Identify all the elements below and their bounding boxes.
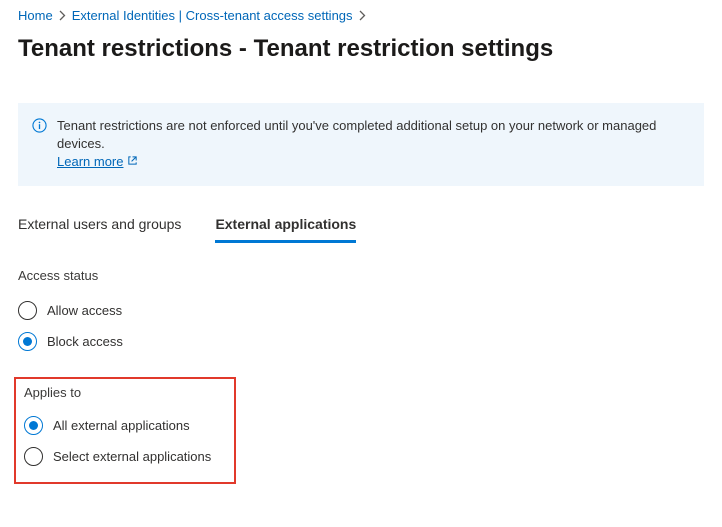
info-icon — [32, 118, 47, 138]
info-content: Tenant restrictions are not enforced unt… — [57, 117, 688, 172]
info-text: Tenant restrictions are not enforced unt… — [57, 118, 656, 151]
page-title: Tenant restrictions - Tenant restriction… — [0, 33, 722, 81]
applies-to-group: All external applications Select externa… — [20, 410, 226, 472]
info-banner: Tenant restrictions are not enforced unt… — [18, 103, 704, 186]
tabs: External users and groups External appli… — [0, 212, 722, 244]
radio-allow-access[interactable]: Allow access — [18, 295, 704, 326]
radio-icon — [24, 447, 43, 466]
learn-more-link[interactable]: Learn more — [57, 153, 138, 171]
breadcrumb: Home External Identities | Cross-tenant … — [0, 8, 722, 33]
tab-external-users-groups[interactable]: External users and groups — [18, 212, 181, 243]
learn-more-label: Learn more — [57, 153, 123, 171]
chevron-right-icon — [59, 10, 66, 21]
radio-block-access[interactable]: Block access — [18, 326, 704, 357]
radio-label: Block access — [47, 334, 123, 349]
access-status-group: Allow access Block access — [0, 295, 722, 377]
chevron-right-icon — [359, 10, 366, 21]
radio-select-external-apps[interactable]: Select external applications — [24, 441, 226, 472]
radio-label: All external applications — [53, 418, 190, 433]
access-status-label: Access status — [0, 268, 722, 295]
breadcrumb-home[interactable]: Home — [18, 8, 53, 23]
radio-all-external-apps[interactable]: All external applications — [24, 410, 226, 441]
breadcrumb-external-identities[interactable]: External Identities | Cross-tenant acces… — [72, 8, 353, 23]
external-link-icon — [127, 153, 138, 171]
applies-to-highlight: Applies to All external applications Sel… — [14, 377, 236, 484]
radio-icon — [18, 332, 37, 351]
radio-icon — [24, 416, 43, 435]
radio-label: Allow access — [47, 303, 122, 318]
tab-external-applications[interactable]: External applications — [215, 212, 356, 243]
radio-label: Select external applications — [53, 449, 211, 464]
radio-icon — [18, 301, 37, 320]
applies-to-label: Applies to — [20, 385, 226, 410]
